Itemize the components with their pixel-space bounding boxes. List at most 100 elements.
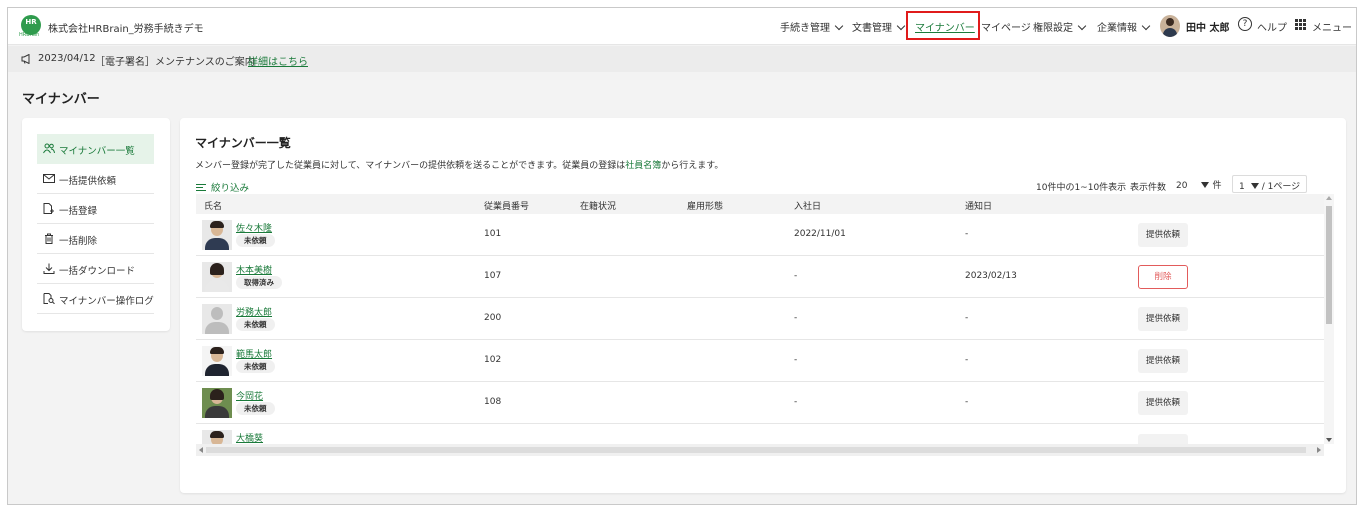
delete-button[interactable]: 削除: [1138, 265, 1188, 289]
main-panel: マイナンバー一覧 メンバー登録が完了した従業員に対して、マイナンバーの提供依頼を…: [180, 118, 1346, 493]
sidebar: マイナンバー一覧 一括提供依頼 一括登録 一括削除 一括ダウンロード マイナンバ…: [22, 118, 170, 331]
notify-date: -: [965, 397, 969, 407]
people-icon: [43, 143, 55, 154]
nav-procedures[interactable]: 手続き管理: [780, 19, 844, 34]
col-name[interactable]: 氏名: [204, 199, 222, 212]
nav-label: 企業情報: [1097, 23, 1137, 34]
horizontal-scrollbar[interactable]: [196, 444, 1324, 456]
table-row: 今岡花 未依頼 108 - - 提供依頼: [196, 382, 1324, 424]
scroll-up-icon[interactable]: [1326, 196, 1332, 200]
notify-date: 2023/02/13: [965, 271, 1017, 281]
user-name[interactable]: 田中 太郎: [1186, 19, 1229, 34]
nav-permissions[interactable]: 権限設定: [1033, 19, 1087, 34]
join-date: -: [794, 397, 798, 407]
col-notify-date[interactable]: 通知日: [965, 199, 992, 212]
sidebar-item-bulk-request[interactable]: 一括提供依頼: [37, 164, 154, 194]
nav-company-info[interactable]: 企業情報: [1097, 19, 1151, 34]
section-title: マイナンバー一覧: [195, 136, 291, 150]
section-description: メンバー登録が完了した従業員に対して、マイナンバーの提供依頼を送ることができます…: [195, 158, 723, 171]
log-search-icon: [43, 293, 55, 304]
employee-photo: [202, 220, 232, 250]
chevron-down-icon: [834, 21, 844, 31]
highlight-box: [906, 11, 980, 40]
employee-name-link[interactable]: 範馬太郎: [236, 347, 272, 360]
sidebar-item-bulk-delete[interactable]: 一括削除: [37, 224, 154, 254]
col-employee-number[interactable]: 従業員番号: [484, 199, 529, 212]
desc-text: メンバー登録が完了した従業員に対して、マイナンバーの提供依頼を送ることができます…: [195, 161, 626, 171]
employee-name-link[interactable]: 今岡花: [236, 389, 263, 402]
help-icon[interactable]: ?: [1238, 17, 1252, 31]
app-window: HR HRBrain 株式会社HRBrain_労務手続きデモ 手続き管理 文書管…: [7, 7, 1357, 505]
nav-label: 手続き管理: [780, 23, 830, 34]
scroll-thumb[interactable]: [1326, 206, 1332, 324]
desc-text-end: から行えます。: [661, 161, 724, 171]
scroll-thumb[interactable]: [206, 447, 1306, 453]
employee-name-link[interactable]: 労務太郎: [236, 305, 272, 318]
col-join-date[interactable]: 入社日: [794, 199, 821, 212]
nav-label: 文書管理: [852, 23, 892, 34]
table-row: 範馬太郎 未依頼 102 - - 提供依頼: [196, 340, 1324, 382]
per-page-unit: 件: [1212, 181, 1222, 191]
sidebar-item-bulk-download[interactable]: 一括ダウンロード: [37, 254, 154, 284]
caret-down-icon: [1201, 182, 1210, 188]
col-employment-type[interactable]: 雇用形態: [687, 199, 723, 212]
table-row: 労務太郎 未依頼 200 - - 提供依頼: [196, 298, 1324, 340]
request-button[interactable]: 提供依頼: [1138, 349, 1188, 373]
sidebar-item-bulk-register[interactable]: 一括登録: [37, 194, 154, 224]
result-range: 10件中の1~10件表示: [1036, 183, 1127, 193]
status-badge: 未依頼: [236, 402, 275, 415]
employee-name-link[interactable]: 大橋葵: [236, 431, 263, 444]
vertical-scrollbar[interactable]: [1324, 194, 1334, 444]
file-add-icon: [43, 203, 54, 214]
notify-date: -: [965, 313, 969, 323]
page-select[interactable]: 1 / 1ページ: [1232, 175, 1308, 193]
scroll-left-icon[interactable]: [199, 447, 203, 453]
employee-name-link[interactable]: 佐々木隆: [236, 221, 272, 234]
table-row: 佐々木隆 未依頼 101 2022/11/01 - 提供依頼: [196, 214, 1324, 256]
employee-name-link[interactable]: 木本美樹: [236, 263, 272, 276]
per-page-label: 表示件数: [1130, 183, 1167, 193]
table-row: 木本美樹 取得済み 107 - 2023/02/13 削除: [196, 256, 1324, 298]
company-name: 株式会社HRBrain_労務手続きデモ: [48, 24, 204, 35]
nav-mypage[interactable]: マイページ: [981, 19, 1031, 34]
join-date: 2022/11/01: [794, 229, 846, 239]
megaphone-icon: [21, 54, 30, 64]
request-button[interactable]: 提供依頼: [1138, 307, 1188, 331]
filter-button[interactable]: 絞り込み: [196, 180, 249, 194]
chevron-down-icon: [896, 21, 906, 31]
top-header: HR HRBrain 株式会社HRBrain_労務手続きデモ 手続き管理 文書管…: [8, 8, 1356, 45]
status-badge: 未依頼: [236, 234, 275, 247]
employee-number: 108: [484, 397, 502, 407]
notify-date: -: [965, 229, 969, 239]
sidebar-item-label: 一括削除: [59, 236, 98, 247]
employee-photo-placeholder: [202, 304, 232, 334]
scroll-down-icon[interactable]: [1326, 438, 1332, 442]
status-badge: 取得済み: [236, 276, 282, 289]
sidebar-item-label: マイナンバー操作ログ: [59, 296, 154, 307]
user-avatar[interactable]: [1160, 15, 1180, 37]
employee-number: 107: [484, 271, 502, 281]
grid-menu-icon[interactable]: [1295, 19, 1306, 30]
employee-roster-link[interactable]: 社員名簿: [625, 161, 661, 171]
menu-link[interactable]: メニュー: [1312, 19, 1352, 34]
notice-detail-link[interactable]: 詳細はこちら: [248, 53, 308, 68]
mail-icon: [43, 174, 55, 183]
request-button[interactable]: 提供依頼: [1138, 391, 1188, 415]
logo-subtext: HRBrain: [19, 32, 40, 38]
nav-label: 権限設定: [1033, 23, 1073, 34]
sidebar-item-mynumber-list[interactable]: マイナンバー一覧: [37, 134, 154, 164]
sidebar-item-operation-log[interactable]: マイナンバー操作ログ: [37, 284, 154, 314]
table-header: 氏名 従業員番号 在籍状況 雇用形態 入社日 通知日: [196, 194, 1334, 214]
col-employment-status[interactable]: 在籍状況: [580, 199, 616, 212]
download-icon: [43, 263, 55, 274]
per-page-select[interactable]: 20 件: [1176, 178, 1221, 191]
nav-documents[interactable]: 文書管理: [852, 19, 906, 34]
sidebar-item-label: 一括登録: [59, 206, 98, 217]
status-badge: 未依頼: [236, 318, 275, 331]
employee-photo: [202, 388, 232, 418]
mynumber-table: 氏名 従業員番号 在籍状況 雇用形態 入社日 通知日 佐々木隆 未依頼 101 …: [196, 194, 1334, 456]
scroll-right-icon[interactable]: [1317, 447, 1321, 453]
notice-bar: 2023/04/12 ［電子署名］メンテナンスのご案内 詳細はこちら: [8, 46, 1356, 72]
help-link[interactable]: ヘルプ: [1257, 19, 1287, 34]
request-button[interactable]: 提供依頼: [1138, 223, 1188, 247]
